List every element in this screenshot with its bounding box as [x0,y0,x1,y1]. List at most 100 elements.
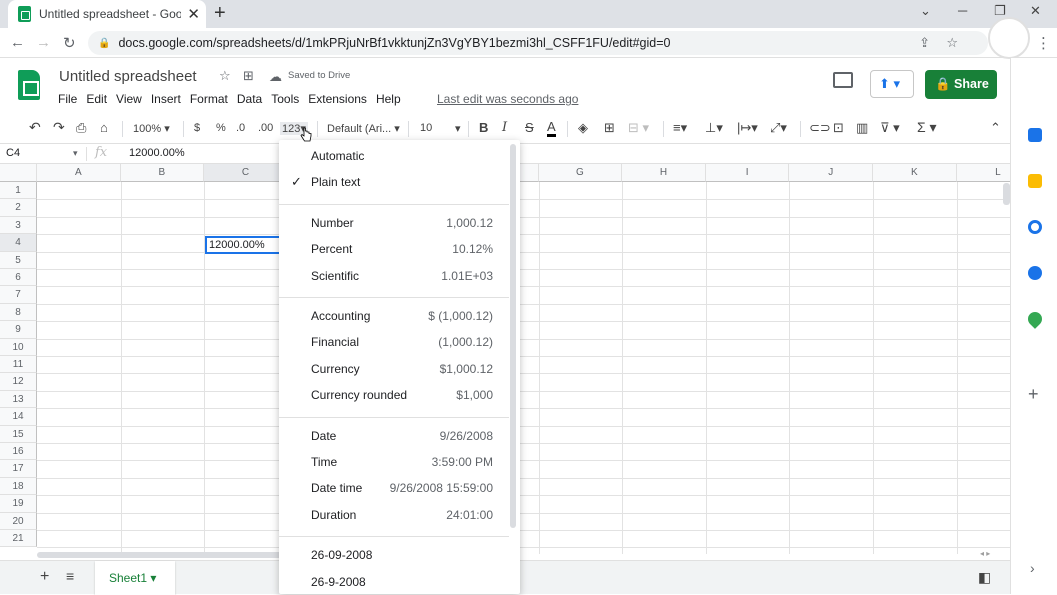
vertical-scrollbar[interactable] [1003,183,1010,205]
text-color-button[interactable]: A [547,119,556,137]
row-header-20[interactable]: 20 [0,512,37,530]
vertical-align-icon[interactable]: ⊥▾ [705,120,723,136]
font-size-select[interactable]: 10 [420,122,432,134]
menu-file[interactable]: File [58,92,77,106]
row-header-7[interactable]: 7 [0,286,37,304]
italic-button[interactable]: I [502,120,507,135]
maps-icon[interactable] [1025,309,1045,329]
redo-icon[interactable]: ↷ [53,119,65,136]
tasks-icon[interactable] [1028,220,1042,234]
row-header-16[interactable]: 16 [0,443,37,461]
row-header-11[interactable]: 11 [0,356,37,374]
column-header-a[interactable]: A [37,164,121,182]
column-header-j[interactable]: J [789,164,873,182]
comment-history-icon[interactable] [833,72,853,88]
row-header-5[interactable]: 5 [0,251,37,269]
present-button[interactable]: ⬆ ▾ [870,70,914,98]
format-option-date-time[interactable]: Date time 9/26/2008 15:59:00 [279,477,509,501]
minimize-icon[interactable]: ─ [958,3,967,18]
insert-link-icon[interactable]: ⊂⊃ [809,120,831,136]
select-all-corner[interactable] [0,164,37,182]
profile-avatar[interactable] [988,17,1030,59]
share-page-icon[interactable]: ⇪ [919,35,930,51]
name-box-chevron-icon[interactable]: ▾ [73,148,78,159]
row-header-10[interactable]: 10 [0,338,37,356]
reload-icon[interactable]: ↻ [63,34,76,52]
fill-color-icon[interactable]: ◈ [578,120,588,136]
selected-cell-c4[interactable]: 12000.00% [205,236,285,254]
column-header-h[interactable]: H [622,164,706,182]
format-option-percent[interactable]: Percent 10.12% [279,238,509,262]
menu-format[interactable]: Format [190,92,228,106]
horizontal-align-icon[interactable]: ≡▾ [673,120,687,136]
increase-decimal-button[interactable]: .00 [258,122,273,134]
format-option-26-09-2008[interactable]: 26-09-2008 [279,544,509,568]
insert-chart-icon[interactable]: ▥ [856,120,868,136]
menu-scrollbar[interactable] [510,144,516,528]
row-header-4[interactable]: 4 [0,234,37,252]
format-option-26-9-2008[interactable]: 26-9-2008 [279,571,509,594]
zoom-select[interactable]: 100% ▾ [133,122,170,135]
paint-format-icon[interactable]: ⌂ [100,120,108,135]
menu-help[interactable]: Help [376,92,401,106]
row-header-12[interactable]: 12 [0,373,37,391]
add-sheet-icon[interactable]: + [40,568,49,586]
row-header-8[interactable]: 8 [0,303,37,322]
calendar-icon[interactable] [1028,128,1042,142]
contacts-icon[interactable] [1028,266,1042,280]
column-header-b[interactable]: B [120,164,205,182]
share-button[interactable]: 🔒 Share [925,70,997,99]
get-addons-icon[interactable]: + [1028,384,1039,405]
new-tab-icon[interactable]: + [214,2,226,25]
column-header-i[interactable]: I [705,164,790,182]
undo-icon[interactable]: ↶ [29,119,41,136]
text-rotation-icon[interactable]: ⤢▾ [770,120,787,136]
all-sheets-icon[interactable]: ≡ [66,568,74,584]
show-side-panel-icon[interactable]: › [1030,560,1035,576]
row-header-2[interactable]: 2 [0,199,37,217]
last-edit-link[interactable]: Last edit was seconds ago [437,92,578,106]
name-box[interactable]: C4 [6,147,20,159]
format-option-automatic[interactable]: Automatic [279,145,509,169]
font-size-chevron-icon[interactable]: ▾ [455,122,461,135]
borders-icon[interactable]: ⊞ [604,120,615,136]
format-option-accounting[interactable]: Accounting $ (1,000.12) [279,305,509,329]
row-header-13[interactable]: 13 [0,390,37,409]
bold-button[interactable]: B [479,120,488,135]
explore-icon[interactable]: ◧ [978,569,991,586]
row-header-19[interactable]: 19 [0,495,37,513]
filter-icon[interactable]: ⊽ ▾ [880,120,900,136]
move-folder-icon[interactable]: ⊞ [243,68,254,84]
row-header-3[interactable]: 3 [0,216,37,235]
column-header-g[interactable]: G [538,164,623,182]
print-icon[interactable]: ⎙ [76,120,86,136]
format-option-currency-rounded[interactable]: Currency rounded $1,000 [279,384,509,408]
menu-insert[interactable]: Insert [151,92,181,106]
row-header-17[interactable]: 17 [0,460,37,478]
sheets-logo-icon[interactable] [18,70,40,100]
menu-data[interactable]: Data [237,92,262,106]
menu-view[interactable]: View [116,92,142,106]
format-option-number[interactable]: Number 1,000.12 [279,212,509,236]
close-tab-icon[interactable]: ✕ [187,5,200,23]
scroll-left-icon[interactable]: ◂ ▸ [980,549,990,558]
sheet-tab-sheet1[interactable]: Sheet1 ▾ [95,561,175,595]
row-header-15[interactable]: 15 [0,425,37,443]
merge-cells-icon[interactable]: ⊟ ▾ [628,120,649,136]
format-option-duration[interactable]: Duration 24:01:00 [279,504,509,528]
menu-tools[interactable]: Tools [271,92,299,106]
forward-icon[interactable]: → [36,34,51,51]
horizontal-scrollbar[interactable] [37,552,282,558]
format-option-time[interactable]: Time 3:59:00 PM [279,451,509,475]
strikethrough-button[interactable]: S [525,120,534,135]
address-bar[interactable]: 🔒 docs.google.com/spreadsheets/d/1mkPRju… [88,31,988,55]
insert-comment-icon[interactable]: ⊡ [833,120,844,136]
format-option-date[interactable]: Date 9/26/2008 [279,425,509,449]
row-header-21[interactable]: 21 [0,530,37,548]
column-header-k[interactable]: K [873,164,957,182]
format-option-scientific[interactable]: Scientific 1.01E+03 [279,265,509,289]
percent-format-button[interactable]: % [216,122,226,134]
menu-extensions[interactable]: Extensions [308,92,367,106]
browser-tab[interactable]: Untitled spreadsheet - Google Sl ✕ [8,0,206,28]
document-title[interactable]: Untitled spreadsheet [59,68,197,85]
